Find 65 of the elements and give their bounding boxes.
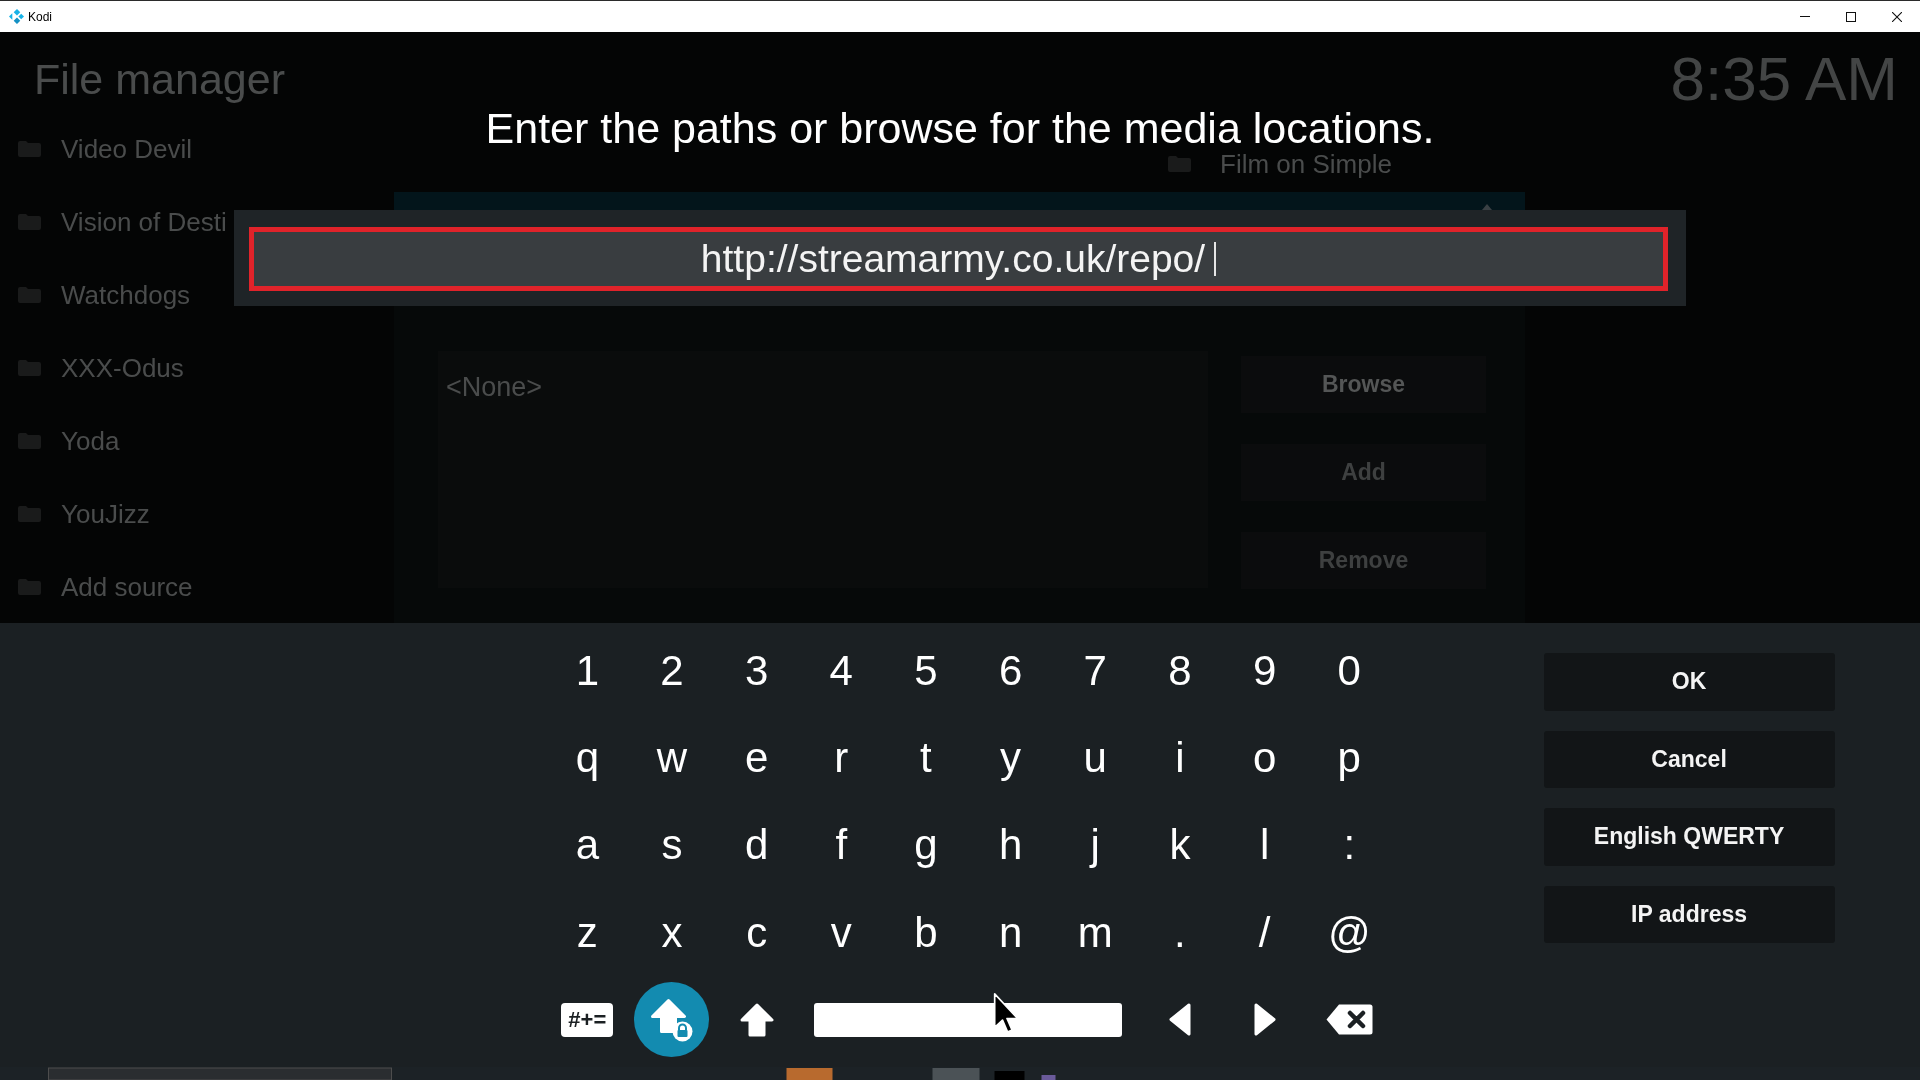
right-triangle-icon: [1253, 1003, 1276, 1037]
keyboard-key[interactable]: d: [744, 824, 769, 867]
keyboard-key[interactable]: h: [998, 824, 1023, 867]
keyboard-key[interactable]: 2: [660, 649, 684, 692]
keyboard-key[interactable]: w: [656, 736, 688, 779]
url-input-field[interactable]: http://streamarmy.co.uk/repo/: [249, 227, 1668, 291]
keyboard-key[interactable]: c: [746, 911, 768, 954]
keyboard-key[interactable]: u: [1083, 736, 1107, 779]
keyboard-key[interactable]: 6: [998, 649, 1023, 692]
keyboard-key[interactable]: f: [835, 824, 848, 867]
keyboard-key[interactable]: @: [1327, 911, 1371, 954]
keyboard-key[interactable]: y: [1000, 736, 1022, 779]
dialog-heading: Enter the paths or browse for the media locations.: [485, 107, 1435, 150]
keyboard-key[interactable]: l: [1259, 824, 1270, 867]
side-button[interactable]: English QWERTY: [1543, 808, 1835, 866]
keyboard-key[interactable]: o: [1252, 736, 1277, 779]
maximize-icon: [1846, 11, 1856, 22]
keyboard-key[interactable]: 5: [914, 649, 938, 692]
keyboard-key[interactable]: m: [1077, 911, 1113, 954]
space-key[interactable]: [814, 1002, 1123, 1037]
clock: 8:35 AM: [1670, 48, 1898, 110]
side-button[interactable]: OK: [1543, 653, 1835, 711]
side-button[interactable]: IP address: [1543, 885, 1835, 943]
keyboard-key[interactable]: n: [998, 911, 1023, 954]
cursor-right-key[interactable]: [1253, 1003, 1276, 1037]
left-triangle-icon: [1168, 1003, 1191, 1037]
keyboard-key[interactable]: 7: [1083, 649, 1107, 692]
backspace-key[interactable]: [1324, 1003, 1374, 1037]
up-arrow-icon: [739, 1002, 774, 1037]
keyboard-key[interactable]: 1: [575, 649, 599, 692]
keyboard-key[interactable]: 9: [1252, 649, 1277, 692]
keyboard-key[interactable]: b: [914, 911, 938, 954]
page-title: File manager: [34, 58, 285, 101]
keyboard-key[interactable]: a: [575, 824, 599, 867]
cursor-left-key[interactable]: [1168, 1003, 1191, 1037]
keyboard-key[interactable]: 0: [1337, 649, 1361, 692]
keyboard-key[interactable]: e: [744, 736, 769, 779]
keyboard-key[interactable]: 4: [829, 649, 853, 692]
symbols-key[interactable]: #+=: [561, 1002, 614, 1037]
side-button[interactable]: Cancel: [1543, 730, 1835, 788]
keyboard-key[interactable]: q: [575, 736, 599, 779]
keyboard-key[interactable]: k: [1169, 824, 1191, 867]
keyboard-key[interactable]: r: [834, 736, 849, 779]
up-arrow-lock-icon: [650, 997, 694, 1042]
keyboard-key[interactable]: v: [830, 911, 852, 954]
minimize-icon: [1800, 16, 1810, 17]
keyboard-key[interactable]: t: [920, 736, 932, 779]
keyboard-key[interactable]: j: [1090, 824, 1100, 867]
keyboard-key[interactable]: z: [576, 911, 598, 954]
shift-key[interactable]: [739, 1002, 774, 1037]
keyboard-key[interactable]: 3: [744, 649, 769, 692]
keyboard-key[interactable]: i: [1175, 736, 1185, 779]
keyboard-key[interactable]: 8: [1168, 649, 1192, 692]
close-icon: [1892, 11, 1902, 22]
keyboard-key[interactable]: p: [1337, 736, 1361, 779]
app-logo-icon: [9, 9, 24, 24]
keyboard-key[interactable]: /: [1258, 911, 1271, 954]
backspace-icon: [1324, 1003, 1374, 1037]
window-title: Kodi: [28, 9, 53, 24]
keyboard-key[interactable]: .: [1174, 911, 1186, 954]
text-cursor-icon: [1214, 242, 1217, 276]
keyboard-key[interactable]: :: [1343, 824, 1356, 867]
keyboard-key[interactable]: x: [661, 911, 683, 954]
keyboard-key[interactable]: s: [661, 824, 683, 867]
keyboard-key[interactable]: g: [914, 824, 938, 867]
